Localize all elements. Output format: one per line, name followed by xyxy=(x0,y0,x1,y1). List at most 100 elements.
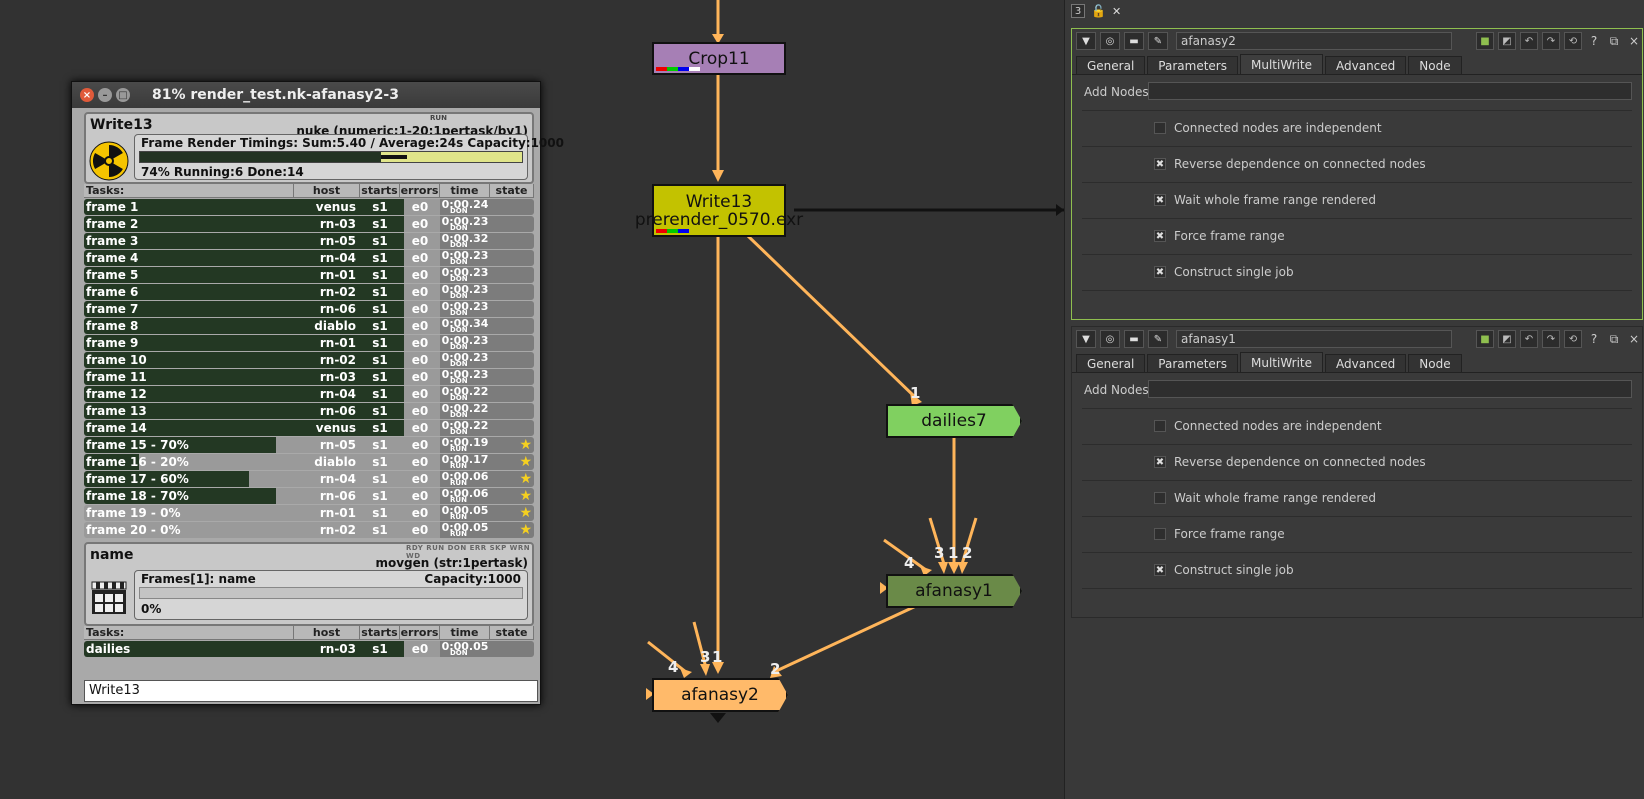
color-icon[interactable]: ■ xyxy=(1476,32,1494,50)
checkbox[interactable]: ✖ xyxy=(1154,564,1166,576)
add-nodes-field[interactable] xyxy=(1148,82,1632,100)
wrench-icon[interactable]: ✎ xyxy=(1148,32,1168,50)
help-icon[interactable]: ? xyxy=(1586,332,1602,346)
task-row[interactable]: frame 10 rn-02 s1 e0 0:00.23 DON xyxy=(84,352,534,368)
task-errors: e0 xyxy=(411,353,429,367)
task-row[interactable]: frame 16 - 20% diablo s1 e0 0:00.17 RUN ★ xyxy=(84,454,534,470)
redo-icon[interactable]: ↷ xyxy=(1542,32,1560,50)
checkbox[interactable] xyxy=(1154,528,1166,540)
edge-number: 4 xyxy=(668,658,679,676)
collapse-icon[interactable]: ▼ xyxy=(1076,330,1096,348)
float-panel-icon[interactable]: ▬ xyxy=(1124,32,1144,50)
close-icon[interactable]: × xyxy=(1626,34,1642,48)
float-icon[interactable]: ⧉ xyxy=(1606,34,1622,49)
tab-advanced[interactable]: Advanced xyxy=(1325,354,1407,372)
dailies-node-label: dailies7 xyxy=(921,411,987,431)
task-row[interactable]: frame 4 rn-04 s1 e0 0:00.23 DON xyxy=(84,250,534,266)
undo-icon[interactable]: ↶ xyxy=(1520,330,1538,348)
checkbox[interactable]: ✖ xyxy=(1154,158,1166,170)
tab-parameters[interactable]: Parameters xyxy=(1147,56,1238,74)
center-node-icon[interactable]: ◎ xyxy=(1100,32,1120,50)
capacity-text: Capacity:1000 xyxy=(424,572,521,586)
window-titlebar[interactable]: × – □ 81% render_test.nk-afanasy2-3 xyxy=(72,82,540,108)
task-row[interactable]: frame 7 rn-06 s1 e0 0:00.23 DON xyxy=(84,301,534,317)
timings-text: Frame Render Timings: Sum:5.40 / Average… xyxy=(141,136,564,150)
wrench-icon[interactable]: ✎ xyxy=(1148,330,1168,348)
undo-icon[interactable]: ↶ xyxy=(1520,32,1538,50)
task-row[interactable]: frame 2 rn-03 s1 e0 0:00.23 DON xyxy=(84,216,534,232)
checkbox[interactable] xyxy=(1154,492,1166,504)
center-node-icon[interactable]: ◎ xyxy=(1100,330,1120,348)
node-panel-afanasy2[interactable]: ▼ ◎ ▬ ✎ afanasy2 ■ ◩ ↶ ↷ ⟲ ? ⧉ × General… xyxy=(1071,28,1643,320)
task-row[interactable]: frame 15 - 70% rn-05 s1 e0 0:00.19 RUN ★ xyxy=(84,437,534,453)
task-row[interactable]: frame 6 rn-02 s1 e0 0:00.23 DON xyxy=(84,284,534,300)
task-row[interactable]: frame 17 - 60% rn-04 s1 e0 0:00.06 RUN ★ xyxy=(84,471,534,487)
task-state: DON xyxy=(450,241,468,249)
task-row[interactable]: frame 18 - 70% rn-06 s1 e0 0:00.06 RUN ★ xyxy=(84,488,534,504)
task-row[interactable]: frame 11 rn-03 s1 e0 0:00.23 DON xyxy=(84,369,534,385)
tab-advanced[interactable]: Advanced xyxy=(1325,56,1407,74)
collapse-icon[interactable]: ▼ xyxy=(1076,32,1096,50)
close-icon[interactable]: × xyxy=(80,88,94,102)
tab-parameters[interactable]: Parameters xyxy=(1147,354,1238,372)
task-state: DON xyxy=(450,309,468,317)
checkbox[interactable]: ✖ xyxy=(1154,230,1166,242)
task-row[interactable]: frame 3 rn-05 s1 e0 0:00.32 DON xyxy=(84,233,534,249)
job-header[interactable]: Write13 RUN nuke (numeric:1-20:1pertask/… xyxy=(84,112,564,184)
task-row[interactable]: frame 9 rn-01 s1 e0 0:00.23 DON xyxy=(84,335,534,351)
tab-general[interactable]: General xyxy=(1076,56,1146,74)
tab-node[interactable]: Node xyxy=(1408,354,1462,372)
task-state: DON xyxy=(450,292,468,300)
task-row[interactable]: frame 12 rn-04 s1 e0 0:00.22 DON xyxy=(84,386,534,402)
add-nodes-label: Add Nodes xyxy=(1084,383,1149,397)
tab-node[interactable]: Node xyxy=(1408,56,1462,74)
redo-icon[interactable]: ↷ xyxy=(1542,330,1560,348)
node-name-field[interactable]: afanasy2 xyxy=(1176,32,1452,50)
tile-color-icon[interactable]: ◩ xyxy=(1498,330,1516,348)
task-row[interactable]: frame 19 - 0% rn-01 s1 e0 0:00.05 RUN ★ xyxy=(84,505,534,521)
add-nodes-field[interactable] xyxy=(1148,380,1632,398)
tab-multiwrite[interactable]: MultiWrite xyxy=(1239,54,1323,74)
afanasy1-node[interactable]: afanasy1 xyxy=(886,574,1022,608)
job-monitor-window[interactable]: × – □ 81% render_test.nk-afanasy2-3 Writ… xyxy=(71,81,564,705)
tile-color-icon[interactable]: ◩ xyxy=(1498,32,1516,50)
task-row[interactable]: frame 14 venus s1 e0 0:00.22 DON xyxy=(84,420,534,436)
close-icon[interactable]: × xyxy=(1626,332,1642,346)
task-row[interactable]: frame 1 venus s1 e0 0:00.24 DON xyxy=(84,199,534,215)
panel-header: ▼ ◎ ▬ ✎ afanasy1 ■ ◩ ↶ ↷ ⟲ ? ⧉ × xyxy=(1072,327,1642,351)
lock-icon[interactable]: 🔓 xyxy=(1091,4,1106,18)
revert-icon[interactable]: ⟲ xyxy=(1564,330,1582,348)
tab-general[interactable]: General xyxy=(1076,354,1146,372)
help-icon[interactable]: ? xyxy=(1586,34,1602,48)
write-node-label: Write13 xyxy=(685,191,753,212)
task-row[interactable]: frame 20 - 0% rn-02 s1 e0 0:00.05 RUN ★ xyxy=(84,522,534,538)
revert-icon[interactable]: ⟲ xyxy=(1564,32,1582,50)
clear-panels-icon[interactable]: ✕ xyxy=(1112,5,1121,18)
minimize-icon[interactable]: – xyxy=(98,88,112,102)
dailies-node[interactable]: dailies7 xyxy=(886,404,1022,438)
checkbox[interactable]: ✖ xyxy=(1154,194,1166,206)
task-row[interactable]: dailies rn-03 s1 e0 0:00.05 DON xyxy=(84,641,534,657)
crop-node[interactable]: Crop11 xyxy=(652,42,786,75)
task-errors: e0 xyxy=(411,251,429,265)
write-node[interactable]: Write13 prerender_0570.exr xyxy=(635,184,803,237)
maximize-icon[interactable]: □ xyxy=(116,88,130,102)
tab-multiwrite[interactable]: MultiWrite xyxy=(1239,352,1323,372)
task-row[interactable]: frame 13 rn-06 s1 e0 0:00.22 DON xyxy=(84,403,534,419)
node-name-field[interactable]: afanasy1 xyxy=(1176,330,1452,348)
float-panel-icon[interactable]: ▬ xyxy=(1124,330,1144,348)
checkbox[interactable] xyxy=(1154,420,1166,432)
channel-swatch xyxy=(656,67,700,71)
job-header[interactable]: name RDY RUN DON ERR SKP WRN WD movgen (… xyxy=(84,542,534,626)
checkbox[interactable] xyxy=(1154,122,1166,134)
color-icon[interactable]: ■ xyxy=(1476,330,1494,348)
job-filter-input[interactable]: Write13 xyxy=(84,680,538,702)
checkbox[interactable]: ✖ xyxy=(1154,266,1166,278)
task-row[interactable]: frame 5 rn-01 s1 e0 0:00.23 DON xyxy=(84,267,534,283)
float-icon[interactable]: ⧉ xyxy=(1606,332,1622,347)
task-row[interactable]: frame 8 diablo s1 e0 0:00.34 DON xyxy=(84,318,534,334)
node-panel-afanasy1[interactable]: ▼ ◎ ▬ ✎ afanasy1 ■ ◩ ↶ ↷ ⟲ ? ⧉ × General… xyxy=(1071,326,1643,618)
max-panels-field[interactable]: 3 xyxy=(1071,4,1085,18)
afanasy2-node[interactable]: afanasy2 xyxy=(652,678,788,712)
checkbox[interactable]: ✖ xyxy=(1154,456,1166,468)
